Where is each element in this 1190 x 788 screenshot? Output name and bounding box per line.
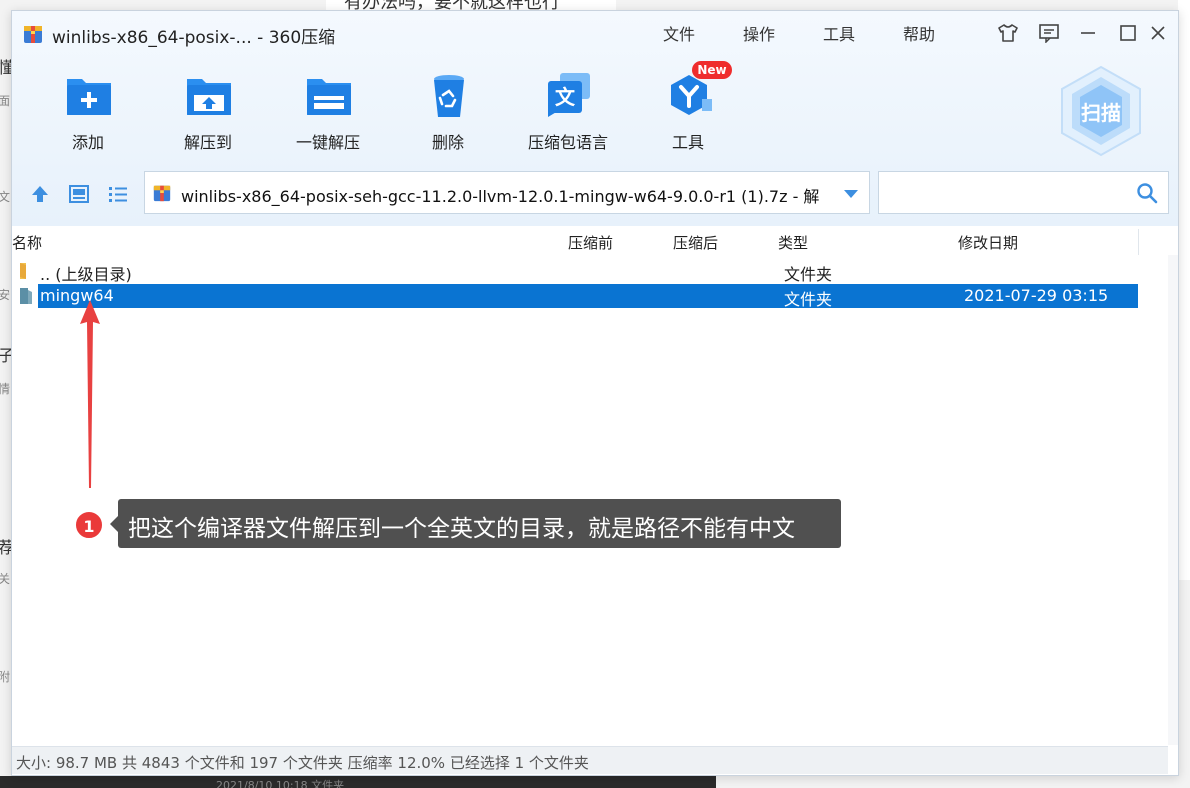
column-divider	[1138, 229, 1139, 255]
status-bar: 大小: 98.7 MB 共 4843 个文件和 197 个文件夹 压缩率 12.…	[12, 746, 1168, 774]
language-icon: 文	[548, 73, 590, 117]
arrow-up-icon	[32, 186, 48, 202]
search-box	[878, 171, 1169, 214]
delete-icon	[434, 75, 464, 117]
bg-glyph: 安	[0, 288, 11, 302]
annotation-callout: 把这个编译器文件解压到一个全英文的目录，就是路径不能有中文	[110, 499, 841, 548]
folder-icon	[20, 263, 26, 279]
path-combobox[interactable]: winlibs-x86_64-posix-seh-gcc-11.2.0-llvm…	[144, 171, 870, 214]
close-icon[interactable]	[1146, 21, 1170, 45]
minimize-icon[interactable]	[1076, 21, 1100, 45]
bg-glyph: 面	[0, 94, 11, 108]
list-view-icon	[109, 187, 127, 202]
background-text-top: 有办法吗，要不就这样也行	[326, 0, 616, 10]
delete-label: 删除	[431, 133, 464, 152]
path-text: winlibs-x86_64-posix-seh-gcc-11.2.0-llvm…	[181, 187, 820, 206]
column-name[interactable]: 名称	[12, 232, 42, 253]
feedback-icon[interactable]	[1037, 21, 1061, 45]
row-date: 2021-07-29 03:15	[964, 286, 1109, 305]
bg-glyph: 文	[0, 190, 11, 204]
menu-operation[interactable]: 操作	[743, 21, 775, 45]
language-label: 压缩包语言	[527, 133, 608, 152]
svg-text:文: 文	[555, 85, 576, 109]
column-compressed-size[interactable]: 压缩后	[673, 232, 718, 253]
archive-file-icon	[153, 185, 171, 202]
delete-button[interactable]: 删除	[388, 71, 508, 161]
column-original-size[interactable]: 压缩前	[568, 232, 613, 253]
menu-file[interactable]: 文件	[663, 21, 695, 45]
one-click-extract-button[interactable]: 一键解压	[268, 71, 388, 161]
window-header: winlibs-x86_64-posix-... - 360压缩 文件 操作 工…	[12, 11, 1178, 226]
extract-to-button[interactable]: 解压到	[148, 71, 268, 161]
vertical-scrollbar[interactable]	[1168, 255, 1178, 745]
tools-label: 工具	[671, 133, 704, 152]
bg-glyph: 情	[0, 382, 11, 396]
archive-app-icon	[24, 26, 42, 43]
folder-icon	[20, 288, 32, 304]
scan-button[interactable]: 扫描	[1056, 63, 1146, 159]
language-button[interactable]: 文 压缩包语言	[508, 71, 628, 161]
maximize-icon[interactable]	[1116, 21, 1140, 45]
row-type: 文件夹	[784, 265, 833, 284]
column-header: 名称 压缩前 压缩后 类型 修改日期	[12, 229, 1139, 255]
annotation-text: 把这个编译器文件解压到一个全英文的目录，就是路径不能有中文	[128, 516, 795, 542]
chevron-down-icon[interactable]	[843, 188, 859, 200]
row-type: 文件夹	[784, 290, 833, 309]
menu-help[interactable]: 帮助	[903, 21, 935, 45]
view-thumbnail-button[interactable]	[66, 181, 92, 207]
title-bar: winlibs-x86_64-posix-... - 360压缩 文件 操作 工…	[12, 11, 1178, 55]
new-badge: New	[692, 61, 732, 79]
background-right-strip	[1178, 0, 1190, 580]
extract-to-label: 解压到	[183, 133, 232, 152]
view-list-button[interactable]	[105, 181, 131, 207]
up-level-button[interactable]	[27, 181, 53, 207]
table-row[interactable]: mingw64 文件夹 2021-07-29 03:15	[12, 284, 1138, 309]
window-title: winlibs-x86_64-posix-... - 360压缩	[52, 28, 336, 48]
search-icon[interactable]	[1136, 182, 1158, 204]
column-modified-date[interactable]: 修改日期	[958, 232, 1018, 253]
row-background	[38, 259, 1138, 283]
extract-to-icon	[187, 79, 231, 115]
annotation-number-badge: 1	[74, 510, 104, 540]
bg-glyph: 关	[0, 572, 11, 586]
one-click-extract-label: 一键解压	[295, 133, 360, 152]
one-click-extract-icon	[307, 79, 351, 115]
thumbnail-view-icon	[69, 185, 89, 203]
add-icon	[67, 79, 111, 115]
archive-window: winlibs-x86_64-posix-... - 360压缩 文件 操作 工…	[11, 10, 1179, 776]
bg-glyph: 附	[0, 670, 11, 684]
row-name: .. (上级目录)	[40, 265, 132, 284]
add-button[interactable]: 添加	[28, 71, 148, 161]
scan-label: 扫描	[1081, 101, 1121, 125]
search-input[interactable]	[887, 180, 1127, 206]
skin-icon[interactable]	[996, 21, 1020, 45]
table-row[interactable]: .. (上级目录) 文件夹	[12, 259, 1138, 284]
background-taskbar-strip: 2021/8/10 10:18 文件夹	[0, 776, 716, 788]
annotation-arrow	[80, 300, 100, 488]
status-text: 大小: 98.7 MB 共 4843 个文件和 197 个文件夹 压缩率 12.…	[16, 754, 589, 772]
add-label: 添加	[71, 133, 104, 152]
menu-tools[interactable]: 工具	[823, 21, 855, 45]
tools-button[interactable]: 工具	[628, 71, 748, 161]
column-type[interactable]: 类型	[778, 232, 808, 253]
